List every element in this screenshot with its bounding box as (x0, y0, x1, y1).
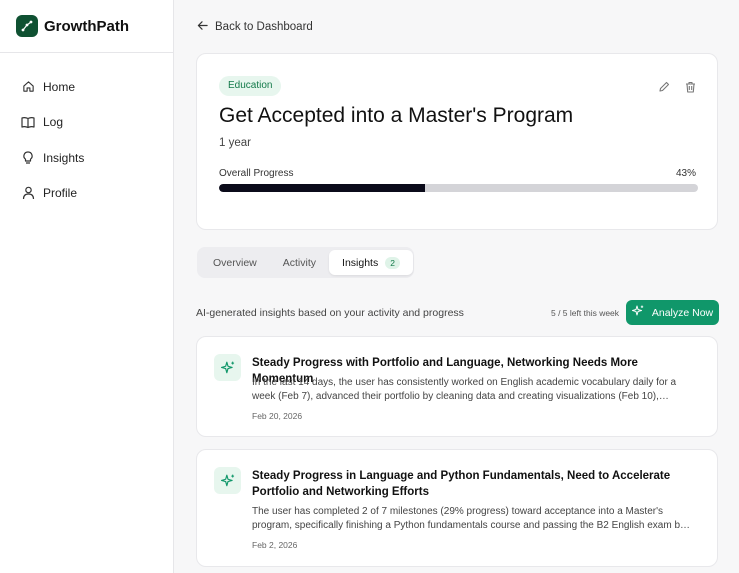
brand[interactable]: GrowthPath (0, 0, 173, 53)
sidebar-item-label: Profile (43, 186, 78, 201)
brand-name: GrowthPath (44, 17, 129, 35)
tab-overview[interactable]: Overview (200, 250, 270, 275)
edit-button[interactable] (657, 80, 670, 93)
sparkles-icon (214, 467, 241, 494)
sidebar-nav: Home Log Insights Profile (0, 53, 173, 211)
analyze-now-label: Analyze Now (651, 306, 714, 319)
goal-actions (657, 80, 697, 93)
progress-percentage: 43% (675, 168, 696, 179)
delete-button[interactable] (684, 80, 697, 93)
tab-activity[interactable]: Activity (270, 250, 329, 275)
weekly-remaining-count: 5 / 5 left this week (551, 308, 620, 318)
tab-insights[interactable]: Insights 2 (329, 250, 413, 275)
progress-bar (219, 184, 698, 192)
goal-card: Education Get Accepted into a Master's P… (196, 53, 718, 230)
analyze-now-button[interactable]: Analyze Now (626, 300, 719, 325)
insights-count-badge: 2 (385, 256, 400, 269)
goal-duration: 1 year (219, 137, 251, 149)
category-badge: Education (219, 76, 282, 96)
sidebar-item-label: Log (43, 115, 64, 130)
sparkles-icon (214, 354, 241, 381)
insight-card[interactable]: Steady Progress in Language and Python F… (196, 449, 718, 567)
insights-description: AI-generated insights based on your acti… (196, 307, 464, 319)
tab-label: Insights (342, 256, 379, 269)
sidebar: GrowthPath Home Log Insights Profile (0, 0, 174, 573)
insight-card[interactable]: Steady Progress with Portfolio and Langu… (196, 336, 718, 437)
arrow-left-icon (197, 20, 208, 34)
insight-date: Feb 2, 2026 (252, 540, 298, 550)
insight-title: Steady Progress in Language and Python F… (252, 470, 671, 498)
insight-body: In the last 14 days, the user has consis… (252, 377, 677, 402)
user-icon (21, 186, 35, 200)
home-icon (21, 80, 35, 94)
insight-body: The user has completed 2 of 7 milestones… (252, 506, 686, 531)
tab-bar: Overview Activity Insights 2 (197, 247, 414, 278)
insight-date: Feb 20, 2026 (252, 411, 303, 421)
sidebar-item-label: Insights (43, 150, 85, 165)
growth-logo-icon (16, 15, 38, 37)
back-to-dashboard-link[interactable]: Back to Dashboard (197, 20, 313, 34)
main-content: Back to Dashboard Education Get Accepted… (175, 0, 739, 573)
pencil-icon (658, 81, 669, 92)
sidebar-item-home[interactable]: Home (0, 69, 173, 105)
back-link-label: Back to Dashboard (215, 21, 313, 33)
trash-icon (686, 81, 695, 93)
sidebar-item-label: Home (43, 79, 76, 94)
progress-bar-fill (219, 184, 425, 192)
book-icon (21, 115, 35, 129)
tab-label: Activity (282, 256, 317, 269)
tab-label: Overview (213, 256, 257, 269)
sidebar-item-log[interactable]: Log (0, 105, 173, 141)
sidebar-item-insights[interactable]: Insights (0, 140, 173, 176)
goal-title: Get Accepted into a Master's Program (219, 104, 574, 127)
progress-label: Overall Progress (219, 168, 294, 179)
sidebar-item-profile[interactable]: Profile (0, 176, 173, 212)
sparkles-icon (631, 305, 644, 320)
lightbulb-icon (21, 151, 35, 165)
